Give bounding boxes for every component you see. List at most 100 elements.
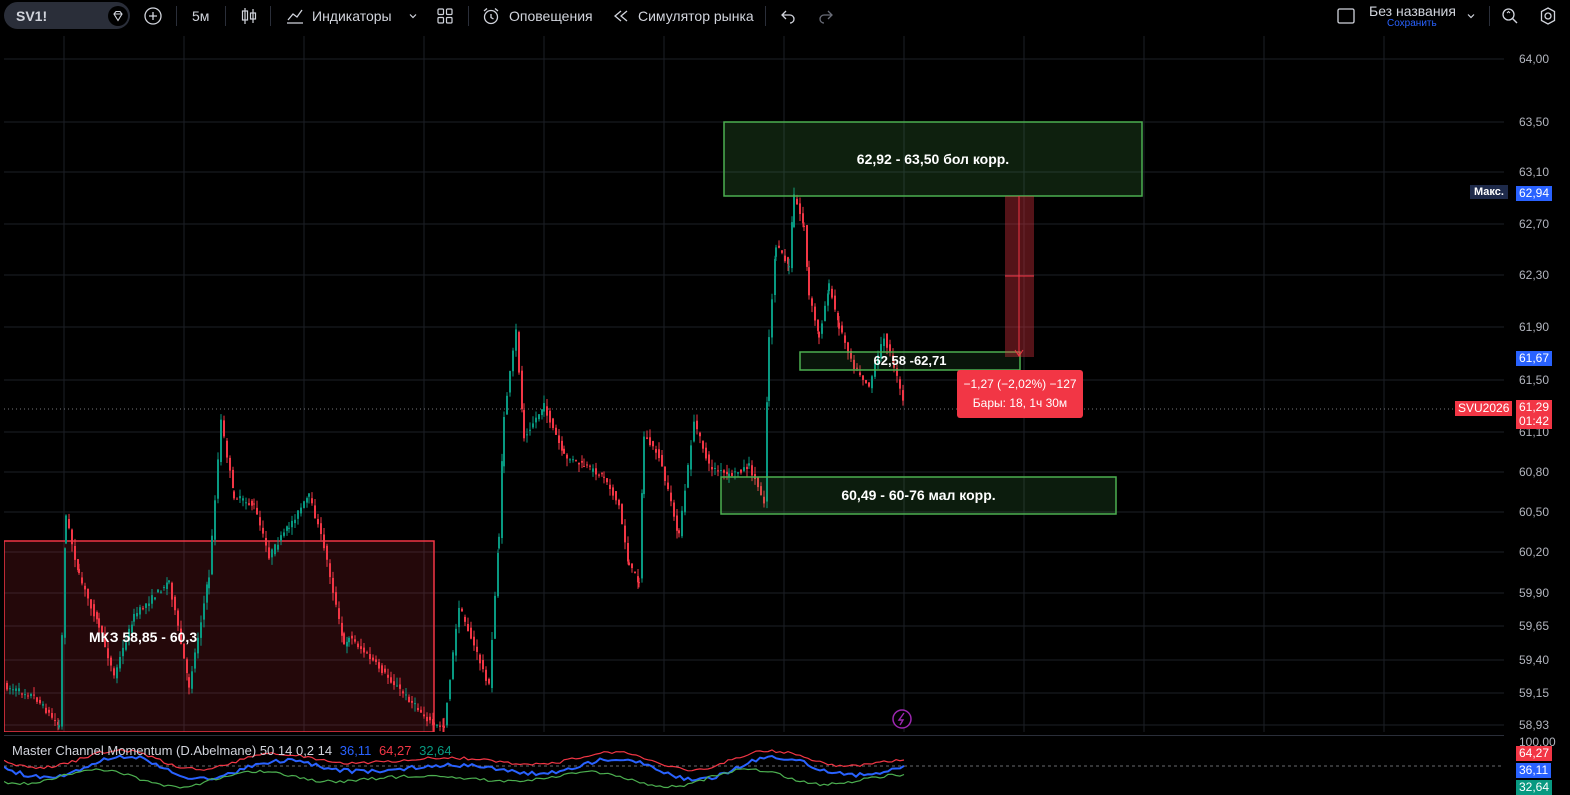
candle: [306, 496, 308, 508]
candle: [223, 415, 225, 439]
indicator-pane[interactable]: Master Channel Momentum (D.Abelmane) 50 …: [4, 735, 1504, 794]
layout-dropdown[interactable]: [1465, 0, 1477, 32]
price-tick: 63,10: [1519, 165, 1550, 179]
candle: [455, 623, 457, 662]
price-tick: 60,20: [1519, 545, 1550, 559]
candle: [320, 517, 322, 541]
candle: [458, 600, 460, 634]
indicator-legend[interactable]: Master Channel Momentum (D.Abelmane) 50 …: [12, 743, 452, 758]
candle: [506, 392, 508, 415]
candle: [806, 224, 808, 271]
lightning-icon[interactable]: [892, 709, 912, 729]
indicator-value-blue: 36,11: [339, 743, 372, 758]
candle: [578, 462, 580, 472]
templates-button[interactable]: [436, 0, 454, 32]
candle: [821, 320, 823, 339]
candle: [464, 614, 466, 627]
candle: [871, 374, 873, 393]
candle: [824, 301, 826, 322]
candle: [566, 453, 568, 467]
interval-button[interactable]: 5м: [192, 0, 209, 32]
candle: [291, 515, 293, 535]
redo-icon: [817, 7, 835, 25]
layout-name-block[interactable]: Без названия Сохранить: [1363, 3, 1463, 29]
candle: [774, 255, 776, 303]
indicators-button[interactable]: Индикаторы: [285, 0, 392, 32]
chart-canvas[interactable]: [4, 36, 1504, 732]
candle: [491, 632, 493, 693]
candle: [262, 520, 264, 538]
candle: [515, 323, 517, 357]
candle: [485, 666, 487, 686]
candle: [583, 458, 585, 468]
chart-type-button[interactable]: [240, 0, 258, 32]
candle: [778, 240, 780, 249]
candle: [624, 519, 626, 550]
candle: [446, 702, 448, 728]
candle: [678, 528, 680, 538]
candles-icon: [240, 6, 258, 26]
candle: [538, 414, 540, 422]
undo-button[interactable]: [779, 0, 797, 32]
candle: [799, 197, 801, 221]
grid-icon: [436, 7, 454, 25]
candle: [473, 630, 475, 651]
redo-button[interactable]: [817, 0, 835, 32]
indicators-icon: [285, 6, 305, 26]
candle: [641, 489, 643, 583]
candle: [226, 437, 228, 464]
measure-tooltip: −1,27 (−2,02%) −127 Бары: 18, 1ч 30м: [957, 370, 1083, 418]
price-tick: 61,50: [1519, 373, 1550, 387]
candle: [883, 333, 885, 353]
symbol-label: SV1!: [16, 7, 48, 24]
candle: [256, 500, 258, 515]
upper-zone-label: 62,92 - 63,50 бол корр.: [856, 151, 1010, 167]
settings-button[interactable]: [1538, 0, 1558, 32]
candle: [684, 483, 686, 516]
price-tick: 60,50: [1519, 505, 1550, 519]
symbol-search-button[interactable]: SV1!: [4, 2, 130, 29]
candle: [693, 414, 695, 443]
candle: [768, 329, 770, 407]
candle: [670, 485, 672, 507]
candle: [343, 631, 345, 645]
measure-change: −1,27 (−2,02%) −127: [963, 377, 1077, 391]
candle: [546, 398, 548, 424]
price-tick: 62,30: [1519, 268, 1550, 282]
candle: [609, 478, 611, 496]
candle: [251, 498, 253, 511]
candle: [300, 503, 302, 517]
candle: [239, 489, 241, 503]
replay-button[interactable]: Симулятор рынка: [612, 0, 754, 32]
candle: [518, 330, 520, 375]
diamond-icon[interactable]: [108, 6, 128, 26]
left-zone-box[interactable]: [4, 540, 435, 732]
candle: [705, 442, 707, 461]
rewind-icon: [612, 7, 630, 25]
candle: [634, 571, 636, 574]
save-label: Сохранить: [1387, 18, 1437, 29]
layout-button[interactable]: [1336, 0, 1356, 32]
candle: [532, 416, 534, 429]
candle: [217, 452, 219, 504]
candle: [681, 506, 683, 539]
candle: [595, 462, 597, 481]
candle: [283, 528, 285, 538]
compare-symbol-button[interactable]: [143, 0, 163, 32]
price-axis[interactable]: 64,00 63,50 63,10 62,70 62,30 61,90 61,5…: [1506, 36, 1570, 795]
indicators-dropdown[interactable]: [407, 0, 419, 32]
candle: [512, 347, 514, 377]
candle: [572, 455, 574, 463]
candle: [618, 498, 620, 510]
candle: [652, 440, 654, 450]
main-chart[interactable]: 62,92 - 63,50 бол корр. 62,58 -62,71 60,…: [4, 36, 1504, 732]
alerts-button[interactable]: Оповещения: [481, 0, 593, 32]
quick-search-button[interactable]: [1500, 0, 1520, 32]
candle: [746, 463, 748, 477]
plus-circle-icon: [143, 6, 163, 26]
candle: [814, 303, 816, 326]
candle: [791, 216, 793, 273]
candle: [818, 331, 820, 345]
candle: [601, 471, 603, 477]
candle: [598, 473, 600, 478]
